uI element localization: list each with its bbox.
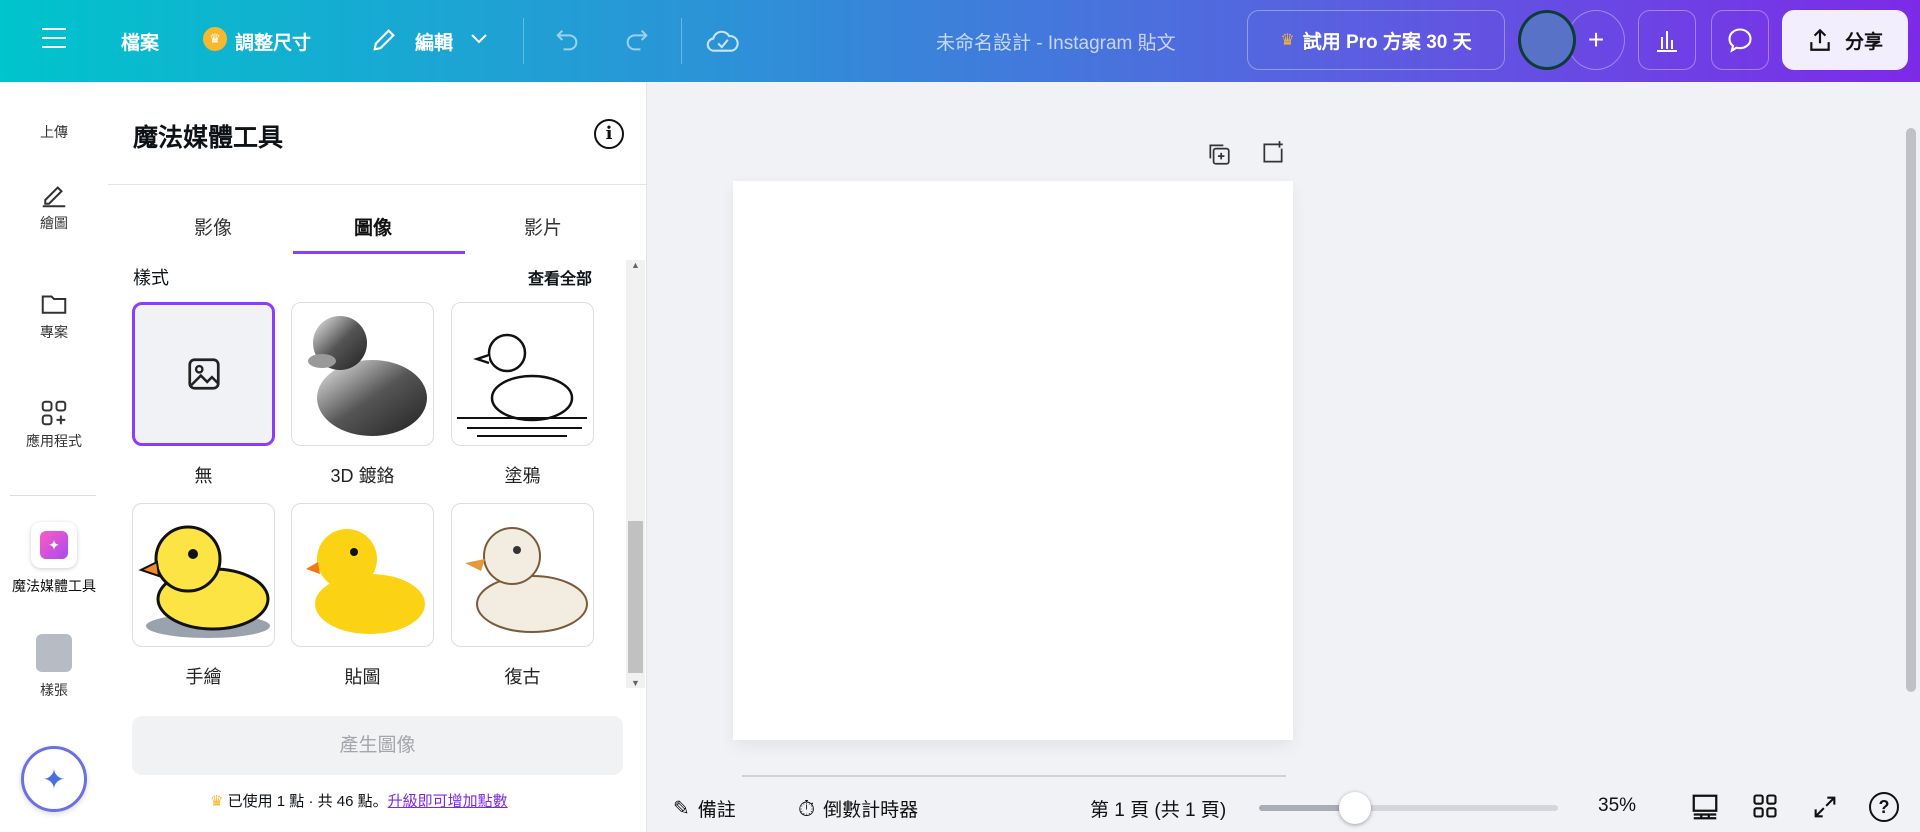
- timer-label: 倒數計時器: [823, 800, 919, 821]
- rail-item-mockups[interactable]: 樣張: [0, 634, 108, 700]
- upload-icon: [1810, 28, 1830, 51]
- style-none[interactable]: [132, 302, 275, 446]
- rail-item-apps[interactable]: 應用程式: [0, 398, 108, 451]
- magic-media-icon: ✦: [31, 522, 77, 568]
- styles-heading: 樣式: [133, 268, 169, 288]
- scrollbar-thumb[interactable]: [628, 521, 643, 673]
- rail-item-upload[interactable]: 上傳: [0, 122, 108, 142]
- credits-label: 已使用 1 點 · 共 46 點。: [227, 793, 388, 810]
- style-doodle[interactable]: [451, 302, 594, 446]
- style-sticker[interactable]: [291, 503, 434, 647]
- rail-label: 專案: [40, 324, 68, 340]
- upgrade-link[interactable]: 升級即可增加點數: [388, 793, 508, 810]
- panel-scrollbar[interactable]: ▲ ▼: [626, 260, 645, 688]
- rail-label: 樣張: [40, 682, 68, 698]
- rail-label: 繪圖: [40, 215, 68, 231]
- crown-icon: ♛: [210, 793, 224, 810]
- try-pro-label: 試用 Pro 方案 30 天: [1302, 31, 1472, 53]
- panel-title: 魔法媒體工具: [133, 124, 284, 152]
- timer-button[interactable]: ⏱ 倒數計時器: [798, 795, 918, 822]
- top-bar: 檔案 ♛ 調整尺寸 編輯 未命名設計 - Instagram 貼文 ♛ 試用 P…: [0, 0, 1920, 82]
- help-icon[interactable]: ?: [1869, 792, 1899, 822]
- share-button[interactable]: 分享: [1782, 10, 1908, 70]
- style-label: 3D 鍍鉻: [330, 466, 395, 486]
- file-menu[interactable]: 檔案: [121, 28, 159, 55]
- rail-label: 魔法媒體工具: [12, 578, 96, 594]
- style-retro[interactable]: [451, 503, 594, 647]
- design-title[interactable]: 未命名設計 - Instagram 貼文: [936, 28, 1176, 55]
- page-indicator[interactable]: 第 1 頁 (共 1 頁): [1090, 795, 1226, 822]
- canvas-scrollbar[interactable]: [1906, 128, 1916, 692]
- notes-icon: ✎: [673, 798, 690, 820]
- style-label: 無: [194, 466, 213, 486]
- mockups-icon: [36, 634, 72, 672]
- style-label: 貼圖: [344, 667, 381, 687]
- zoom-slider[interactable]: [1259, 792, 1558, 824]
- style-hand-drawn[interactable]: [132, 503, 275, 647]
- chevron-down-icon[interactable]: [470, 32, 488, 46]
- style-label: 復古: [504, 667, 541, 687]
- crown-icon: ♛: [1280, 32, 1295, 49]
- chrome-duck-image: [308, 316, 427, 436]
- tab-video[interactable]: 影片: [463, 213, 623, 240]
- doodle-duck-image: [457, 333, 587, 437]
- notes-button[interactable]: ✎ 備註: [673, 795, 736, 822]
- cloud-saved-icon[interactable]: [706, 26, 740, 56]
- fullscreen-icon[interactable]: [1811, 793, 1839, 821]
- see-all-link[interactable]: 查看全部: [528, 265, 592, 289]
- sparkle-icon: ✦: [42, 763, 66, 795]
- credits-text: ♛ 已使用 1 點 · 共 46 點。升級即可增加點數: [210, 790, 508, 811]
- edit-menu[interactable]: 編輯: [415, 28, 453, 55]
- image-icon: [187, 358, 220, 390]
- notes-label: 備註: [697, 800, 736, 821]
- comments-button[interactable]: [1711, 10, 1769, 70]
- crown-icon: ♛: [203, 27, 227, 51]
- avatar[interactable]: [1518, 10, 1576, 70]
- info-icon[interactable]: i: [594, 119, 624, 149]
- bar-chart-icon: [1657, 31, 1677, 52]
- try-pro-button[interactable]: ♛ 試用 Pro 方案 30 天: [1247, 10, 1505, 70]
- generate-image-button[interactable]: 產生圖像: [132, 716, 623, 775]
- resize-button[interactable]: 調整尺寸: [235, 28, 311, 55]
- design-page[interactable]: [733, 181, 1293, 740]
- hand-drawn-duck-image: [138, 525, 270, 638]
- rail-item-draw[interactable]: 繪圖: [0, 180, 108, 233]
- retro-duck-image: [465, 527, 588, 633]
- duplicate-page-icon[interactable]: [1206, 141, 1232, 167]
- tab-photo[interactable]: 影像: [133, 213, 293, 240]
- style-3d-chrome[interactable]: [291, 302, 434, 446]
- rail-label: 應用程式: [26, 433, 82, 449]
- rail-item-magic-media[interactable]: ✦ 魔法媒體工具: [0, 522, 108, 596]
- folder-icon: [41, 295, 67, 314]
- side-rail: 上傳 繪圖 專案 應用程式 ✦ 魔法媒體工具 樣張 ✦: [0, 82, 108, 832]
- divider: [108, 184, 647, 185]
- add-page-icon[interactable]: [1260, 140, 1286, 166]
- pencil-icon: [373, 29, 395, 51]
- menu-icon[interactable]: [42, 28, 66, 48]
- timer-icon: ⏱: [798, 795, 816, 821]
- sticker-duck-image: [306, 529, 425, 634]
- comment-icon: [1728, 28, 1752, 53]
- redo-icon[interactable]: [622, 26, 652, 54]
- apps-icon: [41, 400, 67, 426]
- page-view-icon[interactable]: [1690, 792, 1720, 822]
- active-tab-indicator: [293, 251, 465, 254]
- style-label: 手繪: [185, 667, 222, 687]
- rail-divider: [10, 495, 96, 496]
- zoom-percent[interactable]: 35%: [1598, 795, 1636, 817]
- zoom-slider-knob[interactable]: [1338, 792, 1371, 824]
- tab-graphic[interactable]: 圖像: [293, 213, 453, 240]
- rail-item-projects[interactable]: 專案: [0, 289, 108, 342]
- grid-view-icon[interactable]: [1751, 792, 1779, 820]
- draw-icon: [42, 186, 66, 208]
- style-label: 塗鴉: [504, 466, 541, 486]
- share-label: 分享: [1844, 31, 1883, 53]
- rail-label: 上傳: [40, 124, 68, 140]
- magic-assistant-button[interactable]: ✦: [21, 746, 87, 812]
- page-divider: [742, 775, 1286, 777]
- insights-button[interactable]: [1638, 10, 1696, 70]
- undo-icon[interactable]: [552, 26, 582, 54]
